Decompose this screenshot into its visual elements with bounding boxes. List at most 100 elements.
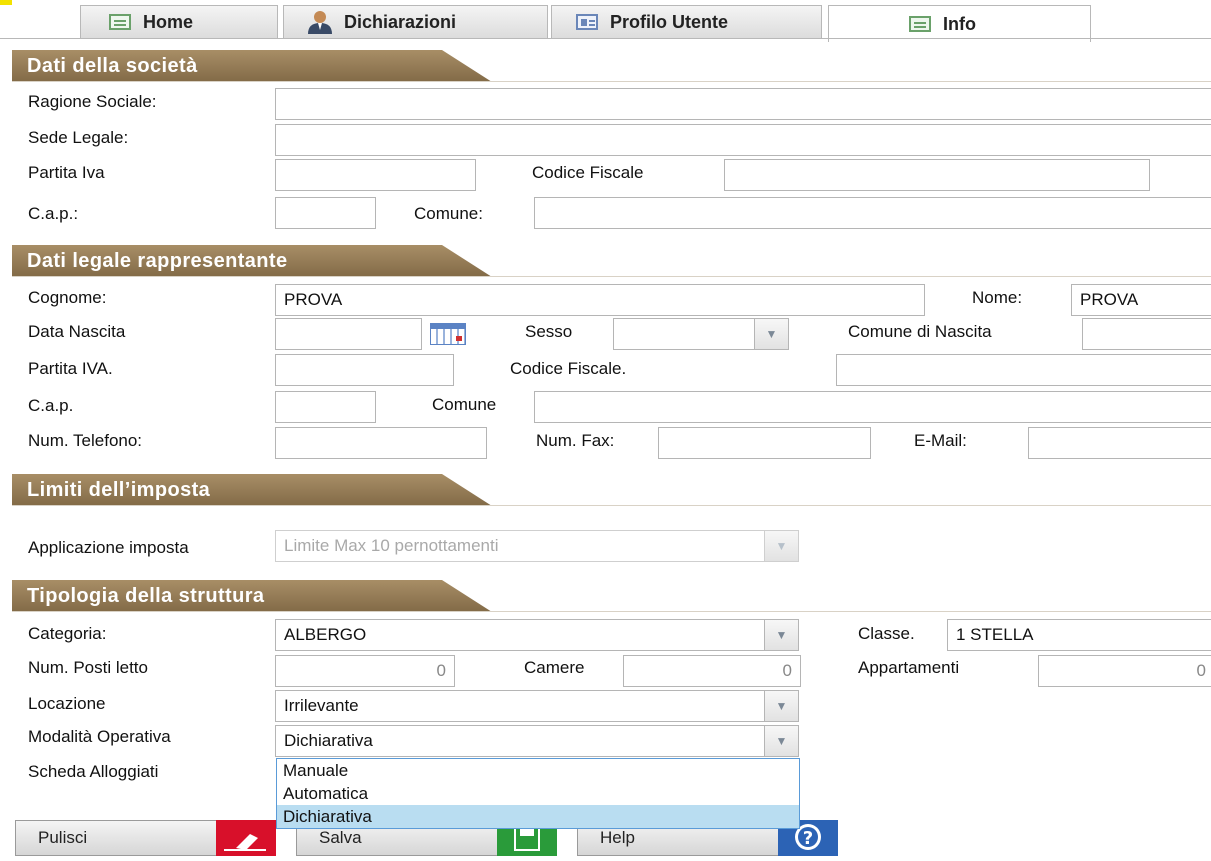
locazione-select[interactable]: Irrilevante bbox=[275, 690, 765, 722]
locazione-label: Locazione bbox=[28, 694, 106, 713]
partita-iva-label: Partita Iva bbox=[28, 163, 105, 182]
sesso-select[interactable] bbox=[613, 318, 755, 350]
applicazione-imposta-label: Applicazione imposta bbox=[28, 538, 189, 557]
chevron-down-icon: ▼ bbox=[775, 539, 788, 553]
section-title: Limiti dell’imposta bbox=[27, 478, 211, 501]
categoria-dropdown-button[interactable]: ▼ bbox=[764, 619, 799, 651]
section-divider bbox=[12, 276, 1211, 277]
section-divider bbox=[12, 81, 1211, 82]
chevron-down-icon: ▼ bbox=[775, 628, 788, 642]
appartamenti-label: Appartamenti bbox=[858, 658, 960, 677]
cap-label: C.a.p. bbox=[28, 396, 74, 415]
modalita-dropdown-button[interactable]: ▼ bbox=[764, 725, 799, 757]
cap-input[interactable] bbox=[275, 197, 376, 229]
chevron-down-icon: ▼ bbox=[765, 327, 778, 341]
scheda-alloggiati-label: Scheda Alloggiati bbox=[28, 762, 159, 781]
tab-profilo-utente[interactable]: Profilo Utente bbox=[551, 5, 822, 38]
sesso-dropdown-button[interactable]: ▼ bbox=[754, 318, 789, 350]
section-divider bbox=[12, 611, 1211, 612]
chevron-down-icon: ▼ bbox=[775, 699, 788, 713]
categoria-select[interactable]: ALBERGO bbox=[275, 619, 765, 651]
tab-baseline bbox=[0, 38, 1211, 39]
eraser-icon[interactable] bbox=[216, 820, 276, 856]
option-dichiarativa[interactable]: Dichiarativa bbox=[277, 805, 799, 828]
comune-label: Comune bbox=[432, 395, 497, 414]
section-title: Dati legale rappresentante bbox=[27, 249, 288, 272]
help-label: Help bbox=[600, 828, 635, 847]
comune-input[interactable] bbox=[534, 391, 1211, 423]
sesso-label: Sesso bbox=[525, 322, 573, 341]
section-title: Dati della società bbox=[27, 54, 198, 77]
section-title: Tipologia della struttura bbox=[27, 584, 265, 607]
telefono-label: Num. Telefono: bbox=[28, 431, 143, 450]
help-glyph: ? bbox=[803, 828, 813, 849]
classe-label: Classe. bbox=[858, 624, 915, 643]
chevron-down-icon: ▼ bbox=[775, 734, 788, 748]
pulisci-label: Pulisci bbox=[38, 828, 88, 847]
partita-iva-label: Partita IVA. bbox=[28, 359, 113, 378]
partita-iva-input[interactable] bbox=[275, 159, 476, 191]
fax-input[interactable] bbox=[658, 427, 871, 459]
applicazione-dropdown-button[interactable]: ▼ bbox=[764, 530, 799, 562]
applicazione-imposta-select[interactable]: Limite Max 10 pernottamenti bbox=[275, 530, 765, 562]
data-nascita-input[interactable] bbox=[275, 318, 422, 350]
data-nascita-label: Data Nascita bbox=[28, 322, 126, 341]
document-icon bbox=[109, 14, 131, 30]
document-icon bbox=[909, 16, 931, 32]
section-header-limiti: Limiti dell’imposta bbox=[12, 474, 492, 506]
calendar-icon[interactable] bbox=[430, 323, 466, 345]
comune-nascita-input[interactable] bbox=[1082, 318, 1211, 350]
pulisci-button[interactable]: Pulisci bbox=[15, 820, 217, 856]
salva-label: Salva bbox=[319, 828, 362, 847]
id-card-icon bbox=[576, 14, 598, 30]
codice-fiscale-label: Codice Fiscale. bbox=[510, 359, 627, 378]
section-header-legale: Dati legale rappresentante bbox=[12, 245, 492, 277]
cap-label: C.a.p.: bbox=[28, 204, 79, 223]
tab-home[interactable]: Home bbox=[80, 5, 278, 38]
corner-marker bbox=[0, 0, 12, 5]
option-manuale[interactable]: Manuale bbox=[277, 759, 799, 782]
tab-profilo-label: Profilo Utente bbox=[610, 11, 729, 32]
cognome-input[interactable]: PROVA bbox=[275, 284, 925, 316]
telefono-input[interactable] bbox=[275, 427, 487, 459]
codice-fiscale-input[interactable] bbox=[724, 159, 1150, 191]
codice-fiscale-input[interactable] bbox=[836, 354, 1211, 386]
locazione-dropdown-button[interactable]: ▼ bbox=[764, 690, 799, 722]
tab-info[interactable]: Info bbox=[828, 5, 1091, 42]
posti-letto-label: Num. Posti letto bbox=[28, 658, 148, 677]
nome-input[interactable]: PROVA bbox=[1071, 284, 1211, 316]
comune-label: Comune: bbox=[414, 204, 483, 223]
camere-input[interactable]: 0 bbox=[623, 655, 801, 687]
classe-input[interactable]: 1 STELLA bbox=[947, 619, 1211, 651]
nome-label: Nome: bbox=[972, 288, 1023, 307]
modalita-options-list[interactable]: Manuale Automatica Dichiarativa bbox=[276, 758, 800, 829]
modalita-operativa-select[interactable]: Dichiarativa bbox=[275, 725, 765, 757]
section-header-tipologia: Tipologia della struttura bbox=[12, 580, 492, 612]
camere-label: Camere bbox=[524, 658, 585, 677]
user-icon bbox=[308, 11, 332, 34]
partita-iva-input[interactable] bbox=[275, 354, 454, 386]
ragione-sociale-label: Ragione Sociale: bbox=[28, 92, 157, 111]
cap-input[interactable] bbox=[275, 391, 376, 423]
tab-dichiarazioni[interactable]: Dichiarazioni bbox=[283, 5, 548, 38]
cognome-label: Cognome: bbox=[28, 288, 107, 307]
section-divider bbox=[12, 505, 1211, 506]
modalita-operativa-label: Modalità Operativa bbox=[28, 727, 171, 746]
tab-info-label: Info bbox=[943, 13, 976, 34]
tab-home-label: Home bbox=[143, 11, 194, 32]
comune-input[interactable] bbox=[534, 197, 1211, 229]
section-header-societa: Dati della società bbox=[12, 50, 492, 82]
codice-fiscale-label: Codice Fiscale bbox=[532, 163, 644, 182]
fax-label: Num. Fax: bbox=[536, 431, 615, 450]
tab-dichiarazioni-label: Dichiarazioni bbox=[344, 11, 457, 32]
categoria-label: Categoria: bbox=[28, 624, 107, 643]
posti-letto-input[interactable]: 0 bbox=[275, 655, 455, 687]
email-input[interactable] bbox=[1028, 427, 1211, 459]
option-automatica[interactable]: Automatica bbox=[277, 782, 799, 805]
sede-legale-label: Sede Legale: bbox=[28, 128, 129, 147]
ragione-sociale-input[interactable] bbox=[275, 88, 1211, 120]
sede-legale-input[interactable] bbox=[275, 124, 1211, 156]
comune-nascita-label: Comune di Nascita bbox=[848, 322, 992, 341]
appartamenti-input[interactable]: 0 bbox=[1038, 655, 1211, 687]
email-label: E-Mail: bbox=[914, 431, 967, 450]
